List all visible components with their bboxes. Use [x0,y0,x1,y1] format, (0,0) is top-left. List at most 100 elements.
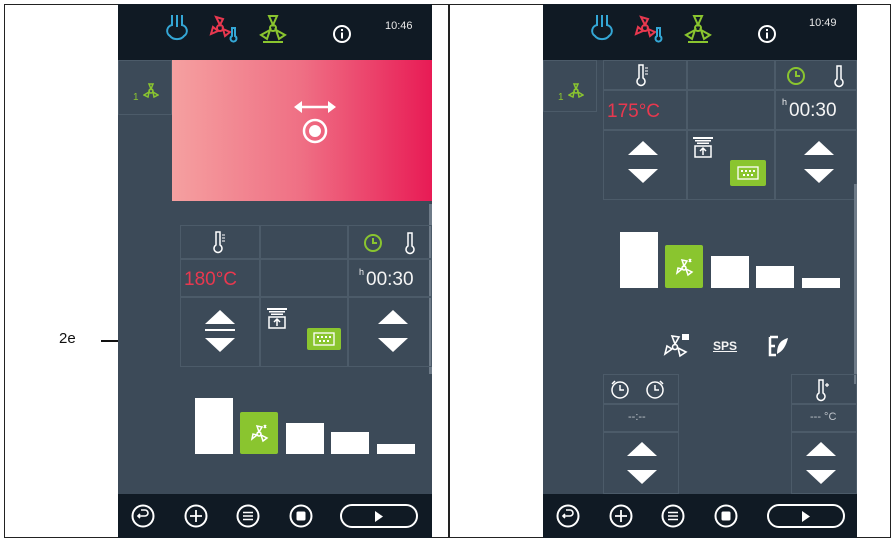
core-probe-icon[interactable] [403,231,417,255]
info-icon[interactable] [757,24,777,44]
timer-up-arrow[interactable] [804,141,834,155]
timer-stepper [775,130,857,200]
steam-icon[interactable] [163,12,191,44]
temperature-down-arrow[interactable] [628,169,658,183]
timer-stepper [348,297,432,367]
sps-button[interactable]: SPS [713,339,737,353]
eco-leaf-icon[interactable] [767,334,789,358]
stage-bar-2-selected[interactable] [665,245,703,288]
stage-bar-5[interactable] [802,278,840,288]
timer-header-cell [348,225,432,259]
delay-value-cell[interactable]: --:-- [603,404,679,432]
temperature-value: 180°C [184,269,238,290]
stage-bar-1[interactable] [620,232,658,288]
horizontal-arrows-icon [294,101,336,113]
combi-icon[interactable] [633,14,665,44]
fan-speed-slider-pad[interactable] [172,60,432,201]
core-probe-icon[interactable] [832,64,846,88]
fan-reverse-icon[interactable] [663,332,691,360]
core-temp-stepper [791,432,857,494]
combi-icon[interactable] [208,14,240,44]
right-oven-screen: 10:49 1 175°C h 00:30 SPS --:-- --- °C [543,4,857,538]
timer-down-arrow[interactable] [804,169,834,183]
stage-bar-3[interactable] [286,423,324,454]
delay-up-arrow[interactable] [627,442,657,456]
add-icon[interactable] [609,504,633,528]
empty-header-cell [687,60,775,90]
timer-unit: h [359,267,365,277]
fan-speed-level: 1 [558,92,564,103]
fan-speed-cell[interactable]: 1 [118,60,172,115]
fan-speed-cell[interactable]: 1 [543,60,597,112]
core-temp-down-arrow[interactable] [806,470,836,484]
timer-unit: h [782,97,788,107]
timer-down-arrow[interactable] [378,338,408,352]
convection-fan-icon[interactable] [683,13,713,45]
temperature-up-arrow[interactable] [205,310,235,324]
scrollbar[interactable] [854,184,857,384]
steam-injection-icon [693,137,713,158]
core-temp-up-arrow[interactable] [806,442,836,456]
slider-knob[interactable] [301,117,329,145]
timer-stepper-arrows [804,141,834,183]
steam-injection-icon [267,308,287,329]
humidity-cell [687,130,775,200]
temperature-stepper-arrows [628,141,658,183]
steam-icon[interactable] [588,12,616,44]
play-icon [802,511,810,522]
temperature-stepper [603,130,687,200]
delay-header-cell [603,374,679,404]
stage-bar-2-selected[interactable] [240,412,278,454]
core-temp-value: --- °C [810,411,837,423]
core-temp-value-cell[interactable]: --- °C [791,404,857,432]
info-icon[interactable] [332,24,352,44]
vapour-icon [313,332,335,346]
temperature-up-arrow[interactable] [628,141,658,155]
fan-stage-icon [675,258,694,277]
timer-clock-icon[interactable] [363,233,383,253]
temperature-value-cell[interactable]: 175°C [603,90,687,130]
stage-bar-4[interactable] [756,266,794,288]
vapour-extraction-button[interactable] [730,160,766,186]
clock: 10:49 [809,17,837,29]
start-button[interactable] [340,504,418,528]
temperature-header-cell [180,225,260,259]
timer-value: 00:30 [789,100,837,121]
vapour-extraction-button[interactable] [307,328,341,350]
delay-start-icon[interactable] [609,378,631,400]
stop-icon[interactable] [714,504,738,528]
left-oven-screen: 10:46 1 180°C h 00:30 [118,4,432,538]
timer-clock-icon[interactable] [786,66,806,86]
timer-header-cell [775,60,857,90]
timer-up-arrow[interactable] [378,310,408,324]
convection-fan-icon[interactable] [258,13,288,45]
timer-value-cell[interactable]: h 00:30 [348,259,432,297]
stage-bar-3[interactable] [711,256,749,288]
timer-stepper-arrows [378,310,408,352]
delay-down-arrow[interactable] [627,470,657,484]
thermometer-icon [636,64,648,87]
stop-icon[interactable] [289,504,313,528]
delay-value: --:-- [628,411,646,423]
stage-bar-5[interactable] [377,444,415,454]
play-icon [375,511,383,522]
start-button[interactable] [767,504,845,528]
menu-icon[interactable] [661,504,685,528]
core-temperature-icon[interactable] [814,378,830,402]
fan-speed-icon [143,83,159,99]
clock: 10:46 [385,20,413,32]
temperature-down-arrow[interactable] [205,338,235,352]
stage-bar-4[interactable] [331,432,369,454]
top-bar: 10:46 [118,4,432,60]
stage-bar-1[interactable] [195,398,233,454]
panel-divider [448,4,450,538]
menu-icon[interactable] [236,504,260,528]
empty-header-cell [260,225,348,259]
add-icon[interactable] [184,504,208,528]
back-icon[interactable] [131,504,155,528]
back-icon[interactable] [556,504,580,528]
temperature-value-cell[interactable]: 180°C [180,259,260,297]
delay-end-icon[interactable] [644,378,666,400]
timer-value: 00:30 [366,269,414,290]
timer-value-cell[interactable]: h 00:30 [775,90,857,130]
